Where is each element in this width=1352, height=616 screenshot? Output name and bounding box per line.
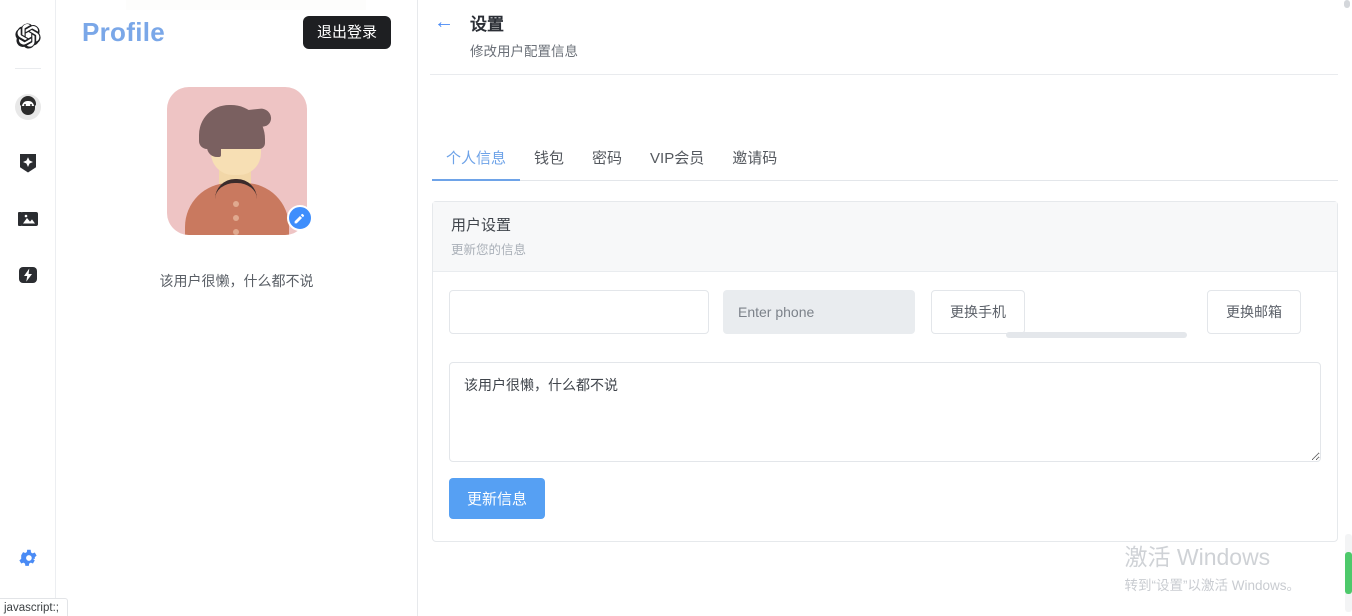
tab-password[interactable]: 密码: [578, 137, 636, 180]
ghost-overlay: [126, 0, 366, 10]
change-phone-button[interactable]: 更换手机: [931, 290, 1025, 334]
card-title: 用户设置: [451, 217, 512, 234]
rail-divider: [14, 68, 41, 69]
rail-item-badge[interactable]: [8, 143, 48, 183]
update-info-button[interactable]: 更新信息: [449, 478, 546, 519]
green-scrollbar-thumb[interactable]: [1345, 552, 1352, 594]
openai-logo-icon[interactable]: [8, 16, 48, 56]
page-scrollbar-track[interactable]: [1343, 0, 1352, 616]
arrow-left-icon[interactable]: ←: [434, 12, 454, 32]
profile-bio-text: 该用户很懒，什么都不说: [159, 273, 314, 289]
tab-personal-info[interactable]: 个人信息: [432, 137, 521, 181]
rail-item-flash[interactable]: [8, 255, 48, 295]
browser-status-bar: javascript:;: [0, 598, 68, 616]
profile-column: Profile 退出登录 该用户很懒，什么都不说: [56, 0, 418, 616]
tab-vip[interactable]: VIP会员: [636, 137, 718, 180]
rail-item-settings[interactable]: [8, 538, 48, 578]
avatar-image: [166, 87, 307, 235]
change-phone-scroll-area[interactable]: 更换手机: [931, 290, 1191, 344]
logout-button[interactable]: 退出登录: [302, 16, 391, 49]
rail-item-account[interactable]: [8, 87, 48, 127]
nickname-input[interactable]: [449, 290, 709, 334]
tab-list: 个人信息 钱包 密码 VIP会员 邀请码: [432, 137, 1338, 181]
windows-activation-watermark: 激活 Windows 转到“设置”以激活 Windows。: [1124, 543, 1300, 594]
user-settings-card: 用户设置 更新您的信息 更换手机 更换邮箱 该用户很懒，什么都不说: [432, 201, 1338, 542]
tab-wallet[interactable]: 钱包: [520, 137, 578, 180]
header-divider: [430, 74, 1338, 75]
image-gallery-icon: [17, 212, 38, 226]
settings-subtitle: 修改用户配置信息: [470, 44, 578, 59]
main-panel: ← 设置 修改用户配置信息 个人信息 钱包 密码 VIP会员 邀请码 用户设置 …: [418, 0, 1352, 616]
bio-textarea[interactable]: 该用户很懒，什么都不说: [449, 362, 1321, 462]
phone-input[interactable]: [723, 290, 915, 334]
gear-icon: [18, 549, 37, 566]
card-header: 用户设置 更新您的信息: [433, 202, 1337, 272]
card-body: 更换手机 更换邮箱 该用户很懒，什么都不说 更新信息: [433, 272, 1337, 541]
tab-invite-code[interactable]: 邀请码: [718, 137, 791, 180]
user-avatar-icon: [14, 94, 41, 120]
settings-header: ← 设置 修改用户配置信息: [418, 0, 1352, 60]
left-icon-rail: [0, 0, 56, 616]
horizontal-scrollbar[interactable]: [1006, 332, 1187, 338]
form-row-contact: 更换手机 更换邮箱: [449, 290, 1321, 344]
lightning-flash-icon: [18, 267, 37, 283]
watermark-title: 激活 Windows: [1124, 544, 1271, 571]
app-root: Profile 退出登录 该用户很懒，什么都不说 ← 设置 修改用户配置信息 个…: [0, 0, 1352, 616]
change-email-button[interactable]: 更换邮箱: [1207, 290, 1301, 334]
avatar[interactable]: [166, 87, 313, 235]
watermark-subtitle: 转到“设置”以激活 Windows。: [1124, 578, 1300, 593]
card-subtitle: 更新您的信息: [451, 243, 527, 257]
settings-title: 设置: [470, 15, 504, 34]
rail-item-gallery[interactable]: [8, 199, 48, 239]
pencil-edit-icon[interactable]: [286, 205, 313, 231]
page-scrollbar-thumb[interactable]: [1344, 0, 1350, 8]
page-title: Profile: [82, 17, 166, 47]
badge-sparkle-icon: [19, 154, 36, 173]
tabs-container: 个人信息 钱包 密码 VIP会员 邀请码: [418, 137, 1352, 181]
